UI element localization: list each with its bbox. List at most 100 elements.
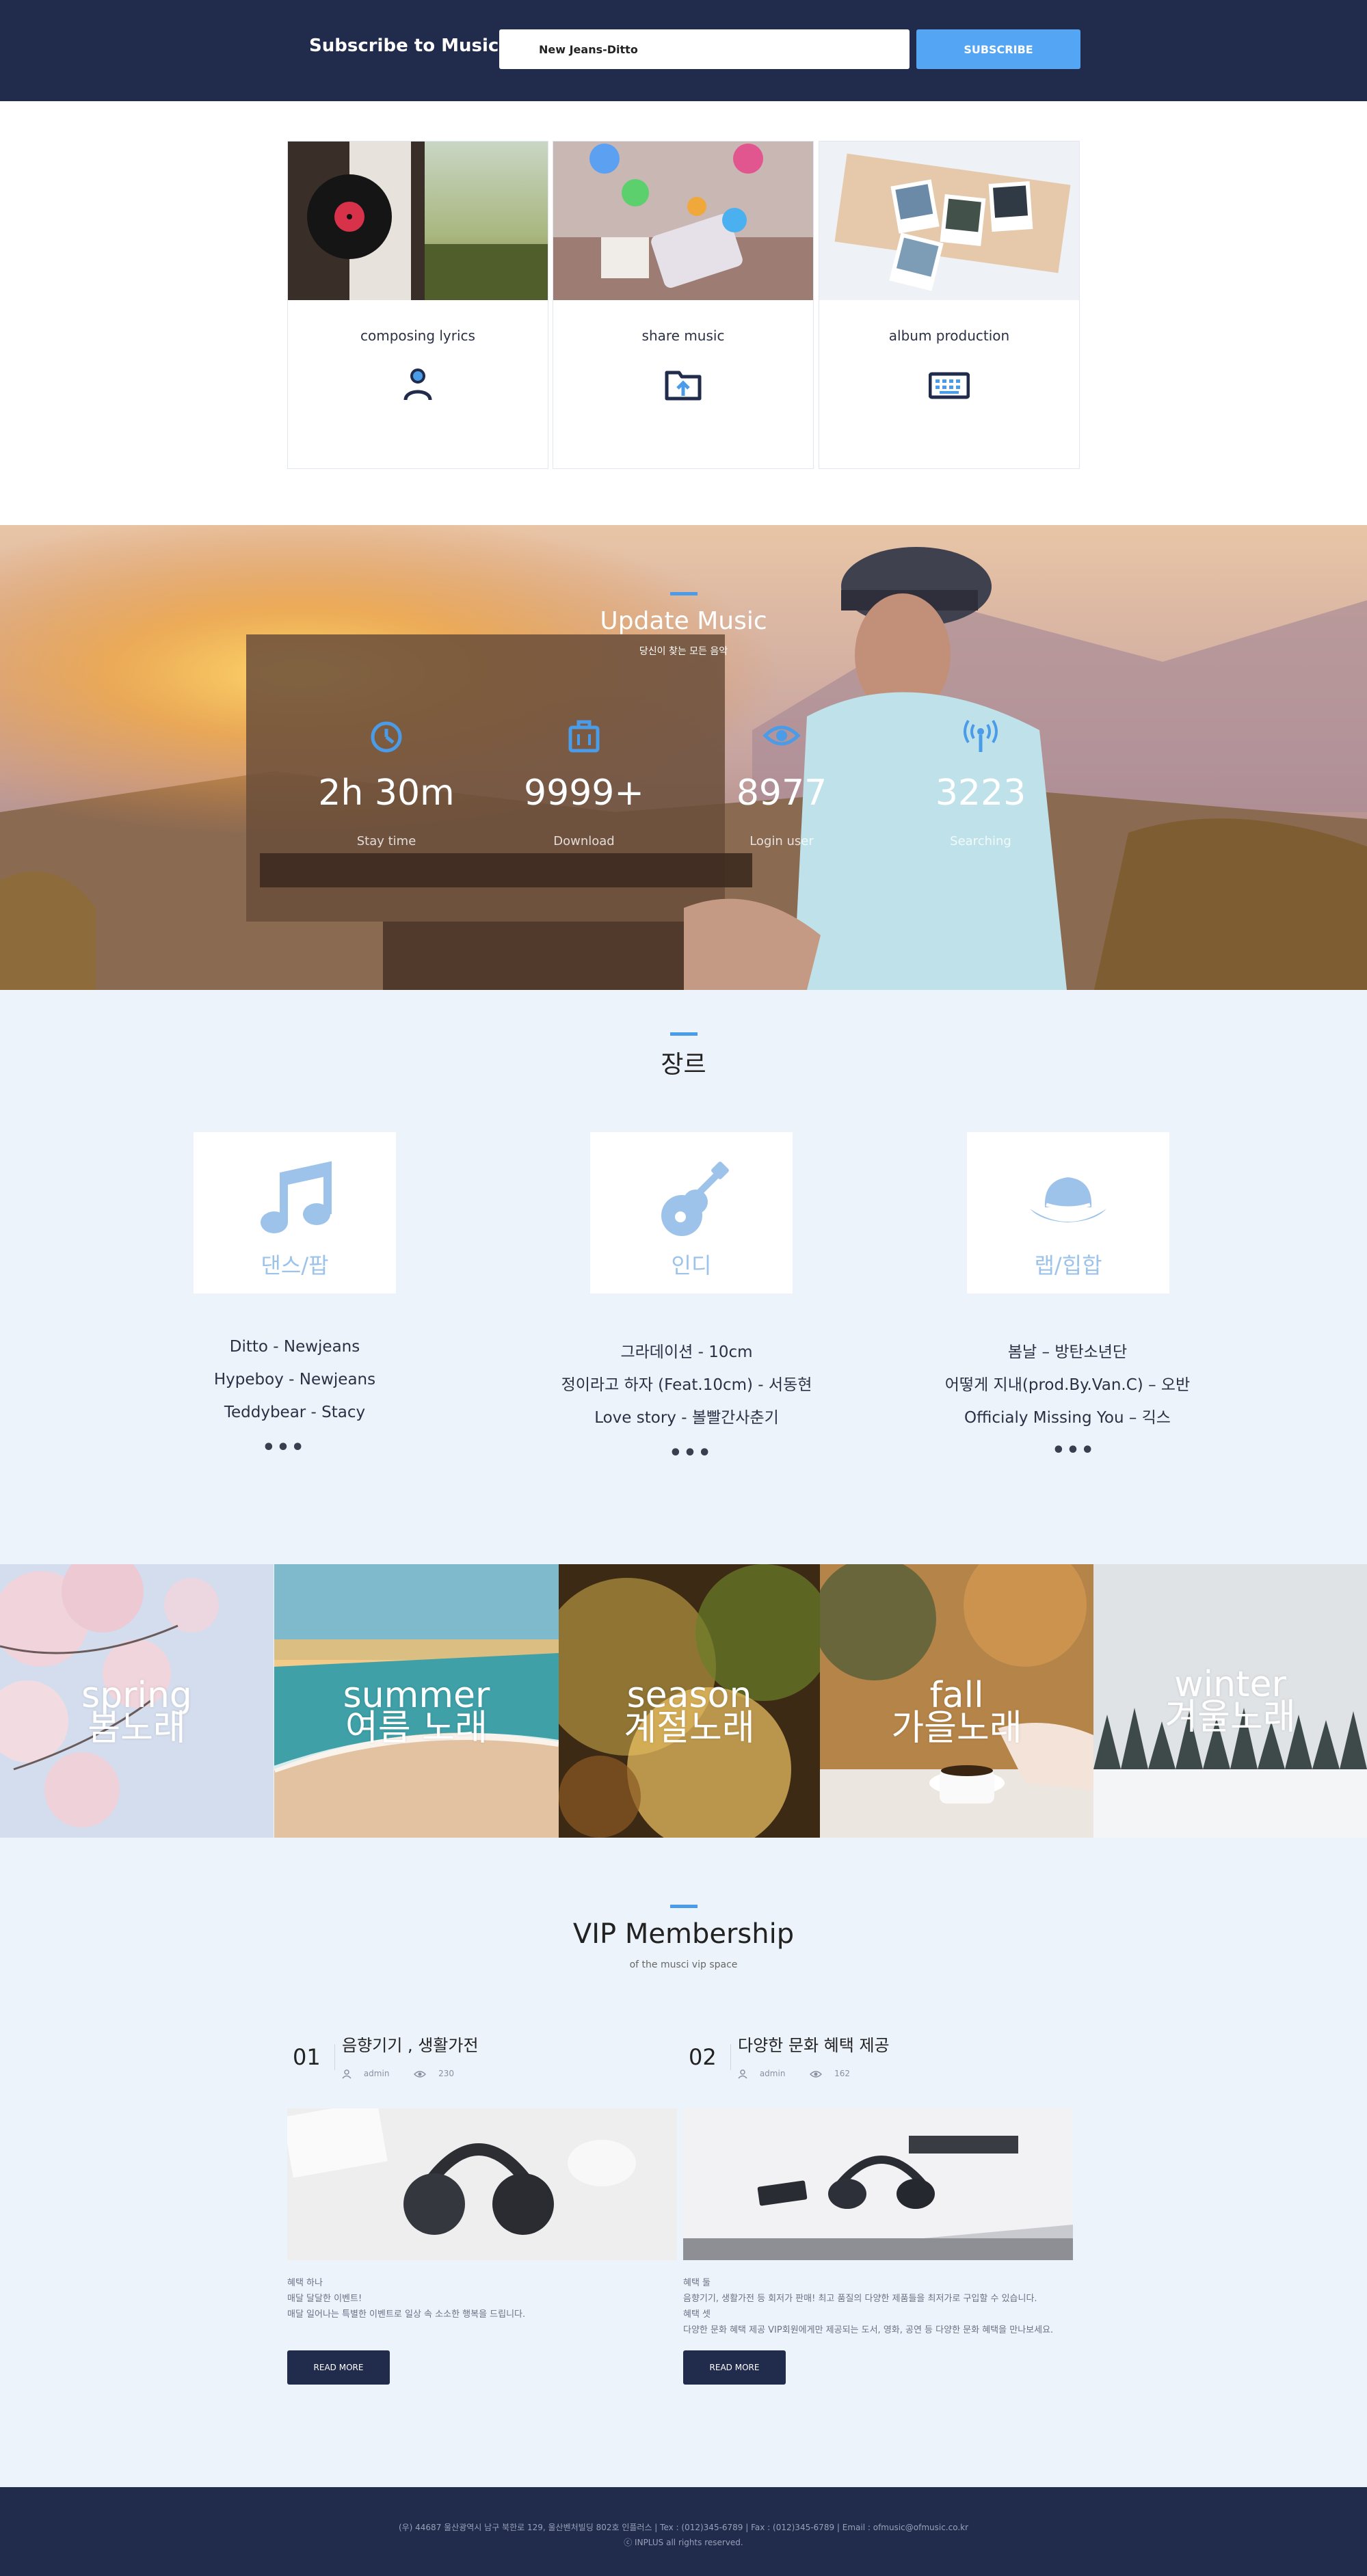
stat-value: 8977 <box>736 773 827 814</box>
desc-line: 매달 일어나는 특별한 이벤트로 일상 속 소소한 행복을 드립니다. <box>287 2309 526 2320</box>
service-title: share music <box>641 327 725 344</box>
footer-contact: (우) 44687 울산광역시 남구 북한로 129, 울산벤처빌딩 802호 … <box>398 2523 969 2532</box>
hat-icon <box>1030 1177 1106 1222</box>
season-title-ko: 가을노래 <box>891 1708 1022 1749</box>
subscribe-button[interactable]: SUBSCRIBE <box>916 29 1080 69</box>
post-description: 혜택 둘 음향기기, 생활가전 등 회저가 판매! 최고 품질의 다양한 제품들… <box>683 2275 1073 2338</box>
post-title[interactable]: 다양한 문화 혜택 제공 <box>738 2032 890 2056</box>
song-item[interactable]: Ditto - Newjeans <box>103 1330 486 1363</box>
genre-card-label: 인디 <box>671 1252 712 1278</box>
eye-icon <box>762 725 801 746</box>
song-item[interactable]: Teddybear - Stacy <box>103 1396 486 1429</box>
genre-card-label: 댄스/팝 <box>261 1252 329 1278</box>
post-meta: admin 230 <box>342 2069 454 2079</box>
eye-icon <box>414 2070 427 2078</box>
song-item[interactable]: 정이라고 하자 (Feat.10cm) - 서동현 <box>495 1369 878 1401</box>
genre-card-dance-pop[interactable]: 댄스/팝 <box>194 1132 396 1293</box>
stat-label: Searching <box>950 834 1011 848</box>
season-title-ko: 봄노래 <box>88 1708 186 1749</box>
desk-gadgets-photo <box>683 2108 1073 2260</box>
subscribe-input[interactable] <box>499 29 910 69</box>
more-button[interactable]: ••• <box>499 1441 882 1465</box>
service-card-share[interactable]: share music <box>553 141 814 469</box>
subscribe-title: Subscribe to Music <box>309 36 499 56</box>
headphones-photo <box>287 2108 677 2260</box>
season-tile-summer[interactable]: summer 여름 노래 <box>274 1564 559 1838</box>
genre-card-indie[interactable]: 인디 <box>590 1132 793 1293</box>
section-accent-line <box>670 592 698 595</box>
post-views: 230 <box>438 2069 454 2078</box>
season-tile-winter[interactable]: winter 겨울노래 <box>1093 1564 1367 1838</box>
song-list-indie: 그라데이션 - 10cm 정이라고 하자 (Feat.10cm) - 서동현 L… <box>495 1336 878 1434</box>
song-list-rap-hiphop: 봄날 – 방탄소년단 어떻게 지내(prod.By.Van.C) – 오반 Of… <box>876 1336 1259 1434</box>
season-tile-fall[interactable]: fall 가을노래 <box>820 1564 1093 1838</box>
post-description: 혜택 하나 매달 달달한 이벤트! 매달 일어나는 특별한 이벤트로 일상 속 … <box>287 2275 670 2322</box>
update-music-section: Update Music 당신이 찾는 모든 음악 2h 30m Stay ti… <box>0 525 1367 990</box>
song-item[interactable]: Officialy Missing You – 긱스 <box>876 1401 1259 1434</box>
person-icon <box>403 368 432 401</box>
subscribe-bar: Subscribe to Music SUBSCRIBE <box>0 0 1367 101</box>
song-item[interactable]: Love story - 볼빨간사춘기 <box>495 1401 878 1434</box>
service-card-album[interactable]: album production <box>819 141 1080 469</box>
clock-icon <box>371 721 402 753</box>
stat-download: 9999+ Download <box>481 716 687 848</box>
season-tile-spring[interactable]: spring 봄노래 <box>0 1564 274 1838</box>
desc-line: 매달 달달한 이벤트! <box>287 2294 362 2304</box>
polaroid-photo <box>819 142 1079 300</box>
song-item[interactable]: Hypeboy - Newjeans <box>103 1363 486 1396</box>
stat-label: Login user <box>749 834 814 848</box>
read-more-button[interactable]: READ MORE <box>287 2350 390 2385</box>
post-number: 02 <box>689 2044 731 2070</box>
season-tile-season[interactable]: season 계절노래 <box>559 1564 820 1838</box>
phone-apps-photo <box>553 142 813 300</box>
song-item[interactable]: 그라데이션 - 10cm <box>495 1336 878 1369</box>
vip-title: VIP Membership <box>572 1918 795 1950</box>
desc-line: 음향기기, 생활가전 등 회저가 판매! 최고 품질의 다양한 제품들을 최저가… <box>683 2294 1037 2304</box>
read-more-button[interactable]: READ MORE <box>683 2350 786 2385</box>
service-title: album production <box>888 327 1010 344</box>
service-title: composing lyrics <box>360 327 475 344</box>
stat-label: Stay time <box>356 834 416 848</box>
footer: (우) 44687 울산광역시 남구 북한로 129, 울산벤처빌딩 802호 … <box>0 2487 1367 2576</box>
update-subtitle: 당신이 찾는 모든 음악 <box>639 646 728 657</box>
vip-subtitle: of the musci vip space <box>629 1959 738 1970</box>
services-section: composing lyrics share music album produ… <box>0 101 1367 525</box>
desc-line: 혜택 둘 <box>683 2278 711 2288</box>
desc-line: 다양한 문화 혜택 제공 VIP회원에게만 제공되는 도서, 영화, 공연 등 … <box>683 2325 1054 2335</box>
stat-searching: 3223 Searching <box>878 716 1083 848</box>
broadcast-icon <box>964 719 998 752</box>
user-icon <box>342 2069 351 2079</box>
season-playlists: spring 봄노래 summer 여름 노래 season 계절노래 fall… <box>0 1564 1367 1838</box>
season-title-ko: 여름 노래 <box>345 1708 488 1749</box>
season-title-ko: 계절노래 <box>624 1708 755 1749</box>
genre-card-rap-hiphop[interactable]: 랩/힙합 <box>967 1132 1169 1293</box>
more-button[interactable]: ••• <box>92 1436 475 1460</box>
guitar-icon <box>661 1162 729 1236</box>
genre-title: 장르 <box>661 1051 706 1079</box>
genre-section: 장르 댄스/팝 인디 랩/힙합 Ditto - Newjeans Hypeboy… <box>0 990 1367 1564</box>
section-accent-line <box>670 1905 698 1908</box>
season-title-ko: 겨울노래 <box>1165 1697 1296 1738</box>
service-card-lyrics[interactable]: composing lyrics <box>287 141 548 469</box>
stat-value: 2h 30m <box>318 773 455 814</box>
stat-label: Download <box>553 834 615 848</box>
post-number: 01 <box>293 2044 335 2070</box>
more-button[interactable]: ••• <box>882 1438 1265 1462</box>
post-views: 162 <box>834 2069 850 2078</box>
stat-login-user: 8977 Login user <box>679 716 884 848</box>
bag-icon <box>568 720 600 753</box>
footer-copyright: ⓒ INPLUS all rights reserved. <box>624 2538 743 2547</box>
keyboard-icon <box>929 372 970 399</box>
post-author: admin <box>363 2069 390 2078</box>
user-icon <box>738 2069 747 2079</box>
folder-upload-icon <box>665 371 702 401</box>
song-item[interactable]: 어떻게 지내(prod.By.Van.C) – 오반 <box>876 1369 1259 1401</box>
music-note-icon <box>261 1161 332 1233</box>
section-accent-line <box>670 1032 698 1036</box>
post-title[interactable]: 음향기기 , 생활가전 <box>342 2032 479 2056</box>
song-list-dance-pop: Ditto - Newjeans Hypeboy - Newjeans Tedd… <box>103 1330 486 1429</box>
desc-line: 혜택 하나 <box>287 2278 323 2288</box>
stat-value: 9999+ <box>524 773 644 814</box>
post-author: admin <box>759 2069 786 2078</box>
song-item[interactable]: 봄날 – 방탄소년단 <box>876 1336 1259 1369</box>
